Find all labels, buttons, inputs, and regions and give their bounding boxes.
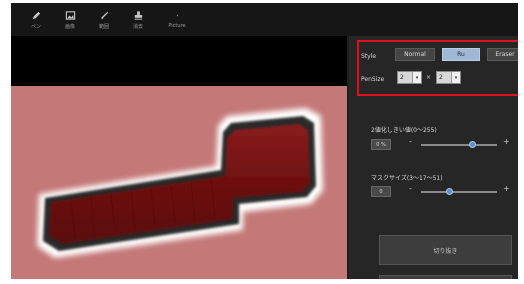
- masksize-minus-button[interactable]: -: [409, 184, 412, 193]
- threshold-label: 2値化しきい値(0～255): [371, 127, 437, 134]
- tool-label: 画像: [64, 23, 75, 30]
- dot-icon: [176, 14, 178, 17]
- tool-image[interactable]: 画像: [53, 5, 87, 35]
- object-image: [37, 108, 323, 258]
- secondary-button[interactable]: [379, 275, 512, 279]
- tool-label: Picture: [168, 23, 186, 29]
- highlight-frame: [357, 40, 518, 96]
- pen-icon: [32, 11, 40, 19]
- image-view[interactable]: [11, 86, 347, 279]
- crop-button[interactable]: 切り抜き: [379, 235, 512, 265]
- brush-icon: [100, 11, 108, 19]
- tool-pen[interactable]: ペン: [19, 5, 53, 35]
- tool-label: 消去: [132, 23, 143, 30]
- stamp-icon: [134, 10, 142, 20]
- masksize-value-button[interactable]: 0: [371, 186, 391, 197]
- threshold-plus-button[interactable]: +: [503, 137, 510, 146]
- threshold-value-button[interactable]: 0 %: [371, 139, 391, 150]
- tool-brush[interactable]: 範囲: [87, 5, 121, 35]
- masksize-label: マスクサイズ(3～17～51): [371, 175, 443, 182]
- tool-picture[interactable]: Picture: [155, 5, 199, 35]
- canvas-area[interactable]: [11, 36, 347, 279]
- image-icon: [65, 10, 75, 20]
- threshold-minus-button[interactable]: -: [409, 137, 412, 146]
- tool-label: 範囲: [98, 23, 109, 30]
- toolbar: ペン 画像 範囲 消去 Picture: [11, 3, 518, 36]
- app-window: ペン 画像 範囲 消去 Picture Style Normal Ru Eras…: [11, 3, 518, 279]
- masksize-plus-button[interactable]: +: [503, 184, 510, 193]
- tool-stamp[interactable]: 消去: [121, 5, 155, 35]
- masksize-slider-track[interactable]: [421, 191, 497, 193]
- tool-label: ペン: [30, 23, 41, 30]
- threshold-slider-track[interactable]: [421, 144, 497, 146]
